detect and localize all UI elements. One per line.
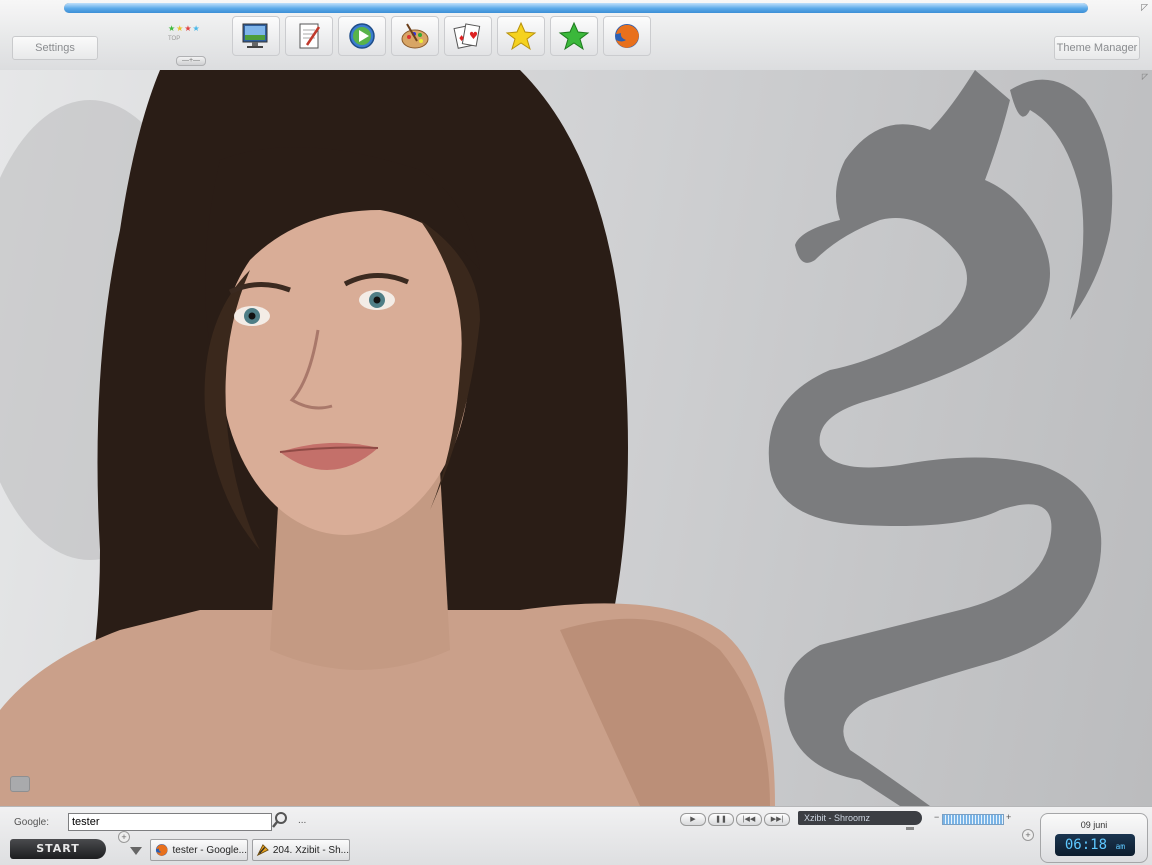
clock-time-value: 06:18 — [1064, 837, 1108, 853]
add-icon[interactable]: + — [1022, 829, 1034, 841]
bottom-taskbar: Google: ... + START tester - Google... 2… — [0, 806, 1152, 865]
corner-arrow-icon[interactable]: ◸ — [1141, 2, 1148, 13]
green-star-icon[interactable] — [550, 16, 598, 56]
wallpaper-illustration — [0, 70, 1113, 806]
desktop-icon[interactable] — [232, 16, 280, 56]
top-progress-fill — [64, 3, 1088, 13]
dragon-silhouette — [768, 70, 1113, 806]
search-icon[interactable] — [271, 811, 289, 834]
clock-widget[interactable]: 09 juni 06:18 am — [1040, 813, 1148, 863]
yellow-star-icon[interactable] — [497, 16, 545, 56]
top-progress-bar — [64, 3, 1088, 13]
cards-icon[interactable]: ♥ ♦ — [444, 16, 492, 56]
track-progress-bar[interactable] — [906, 827, 914, 830]
taskbar-item-label: tester - Google... — [172, 844, 247, 856]
paint-palette-icon[interactable] — [391, 16, 439, 56]
top-toolbar: ◸ Settings ★★★★ TOP —+— ♥ ♦ Theme Manage… — [0, 0, 1152, 71]
desktop-shortcut-icon[interactable] — [10, 776, 30, 792]
previous-button[interactable]: |◀◀ — [736, 813, 762, 826]
settings-button[interactable]: Settings — [12, 36, 98, 60]
taskbar-item-winamp[interactable]: 204. Xzibit - Sh... — [252, 839, 350, 861]
svg-text:♥: ♥ — [469, 31, 478, 42]
google-more-button[interactable]: ... — [298, 815, 306, 826]
volume-up-button[interactable]: + — [1006, 812, 1011, 822]
firefox-icon[interactable] — [603, 16, 651, 56]
start-button[interactable]: START — [10, 839, 106, 859]
rating-stars[interactable]: ★★★★ — [168, 24, 201, 33]
taskbar-item-firefox[interactable]: tester - Google... — [150, 839, 248, 861]
google-search-input[interactable] — [68, 813, 272, 831]
theme-manager-button[interactable]: Theme Manager — [1054, 36, 1140, 60]
volume-down-button[interactable]: − — [934, 812, 939, 822]
blue-star-small-icon: ★ — [192, 24, 201, 33]
pause-button[interactable]: ❚❚ — [708, 813, 734, 826]
firefox-icon — [155, 844, 168, 856]
volume-slider[interactable] — [942, 814, 1004, 825]
red-star-small-icon: ★ — [184, 24, 193, 33]
media-play-icon[interactable] — [338, 16, 386, 56]
track-title: Xzibit - Shroomz — [798, 811, 922, 825]
clock-date: 09 juni — [1080, 820, 1108, 830]
clock-ampm: am — [1115, 842, 1126, 851]
google-search-label: Google: — [14, 817, 50, 828]
corner-arrow-icon[interactable]: ◸ — [1142, 72, 1148, 81]
winamp-icon — [256, 844, 269, 857]
add-icon[interactable]: + — [118, 831, 130, 843]
clock-time: 06:18 am — [1055, 834, 1135, 856]
dock-handle[interactable]: —+— — [176, 56, 206, 66]
chevron-down-icon[interactable] — [130, 847, 142, 855]
green-star-small-icon: ★ — [168, 24, 177, 33]
notepad-icon[interactable] — [285, 16, 333, 56]
desktop-wallpaper: ◸ — [0, 70, 1152, 806]
next-button[interactable]: ▶▶| — [764, 813, 790, 826]
svg-text:♦: ♦ — [458, 34, 465, 43]
top-label: TOP — [168, 36, 181, 42]
play-button[interactable]: ▶ — [680, 813, 706, 826]
taskbar-item-label: 204. Xzibit - Sh... — [272, 844, 349, 856]
